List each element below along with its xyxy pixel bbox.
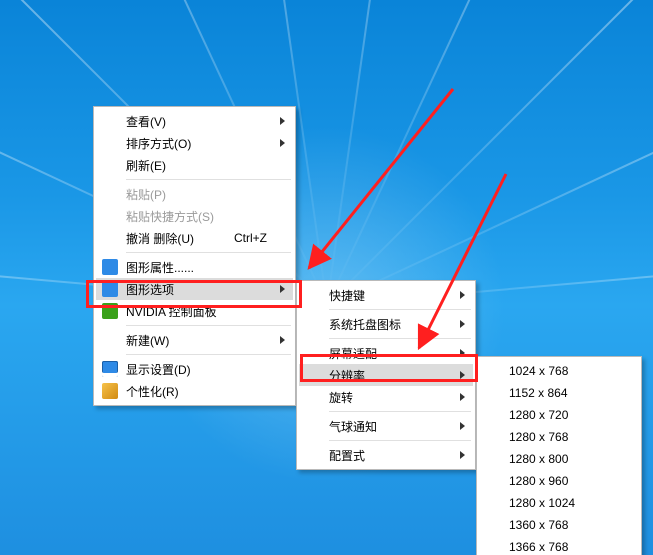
menu-label: 1280 x 800 [509, 452, 568, 466]
menu-label: 系统托盘图标 [329, 316, 401, 333]
menu-label: NVIDIA 控制面板 [126, 303, 217, 320]
menu-label: 1366 x 768 [509, 540, 568, 554]
resolution-option[interactable]: 1280 x 768 [479, 426, 639, 448]
menu-item-refresh[interactable]: 刷新(E) [96, 154, 293, 176]
resolution-option[interactable]: 1360 x 768 [479, 514, 639, 536]
resolution-option[interactable]: 1024 x 768 [479, 360, 639, 382]
menu-label: 屏幕适配 [329, 345, 377, 362]
submenu-arrow-icon [460, 320, 465, 328]
submenu-graphics-options: 快捷键 系统托盘图标 屏幕适配 分辨率 旋转 气球通知 配置式 [296, 280, 476, 470]
menu-separator [329, 338, 471, 339]
menu-label: 1024 x 768 [509, 364, 568, 378]
menu-item-profile[interactable]: 配置式 [299, 444, 473, 466]
menu-separator [329, 309, 471, 310]
resolution-option[interactable]: 1280 x 960 [479, 470, 639, 492]
menu-label: 快捷键 [329, 287, 365, 304]
menu-item-resolution[interactable]: 分辨率 [299, 364, 473, 386]
menu-item-view[interactable]: 查看(V) [96, 110, 293, 132]
resolution-option[interactable]: 1280 x 800 [479, 448, 639, 470]
menu-shortcut: Ctrl+Z [234, 231, 267, 245]
menu-label: 粘贴快捷方式(S) [126, 208, 214, 225]
personalize-icon [102, 383, 118, 399]
menu-label: 排序方式(O) [126, 135, 191, 152]
menu-item-screen-fit[interactable]: 屏幕适配 [299, 342, 473, 364]
menu-item-balloon-notify[interactable]: 气球通知 [299, 415, 473, 437]
intel-graphics-icon [102, 281, 118, 297]
menu-label: 图形选项 [126, 281, 174, 298]
resolution-option[interactable]: 1280 x 720 [479, 404, 639, 426]
menu-label: 撤消 删除(U) [126, 230, 194, 247]
menu-label: 刷新(E) [126, 157, 166, 174]
menu-label: 个性化(R) [126, 383, 179, 400]
menu-separator [329, 440, 471, 441]
menu-item-paste-shortcut: 粘贴快捷方式(S) [96, 205, 293, 227]
submenu-arrow-icon [280, 336, 285, 344]
submenu-arrow-icon [280, 117, 285, 125]
submenu-arrow-icon [460, 349, 465, 357]
menu-label: 1280 x 768 [509, 430, 568, 444]
menu-label: 气球通知 [329, 418, 377, 435]
menu-item-undo-delete[interactable]: 撤消 删除(U) Ctrl+Z [96, 227, 293, 249]
menu-item-nvidia-panel[interactable]: NVIDIA 控制面板 [96, 300, 293, 322]
resolution-option[interactable]: 1366 x 768 [479, 536, 639, 555]
menu-separator [126, 252, 291, 253]
menu-label: 显示设置(D) [126, 361, 191, 378]
desktop-background: 查看(V) 排序方式(O) 刷新(E) 粘贴(P) 粘贴快捷方式(S) 撤消 删… [0, 0, 653, 555]
submenu-arrow-icon [280, 285, 285, 293]
submenu-arrow-icon [460, 371, 465, 379]
menu-item-paste: 粘贴(P) [96, 183, 293, 205]
monitor-icon [102, 361, 118, 377]
submenu-arrow-icon [280, 139, 285, 147]
resolution-option[interactable]: 1152 x 864 [479, 382, 639, 404]
menu-label: 1280 x 720 [509, 408, 568, 422]
menu-label: 查看(V) [126, 113, 166, 130]
intel-graphics-icon [102, 259, 118, 275]
menu-label: 1280 x 960 [509, 474, 568, 488]
menu-label: 1152 x 864 [509, 386, 568, 400]
menu-item-personalize[interactable]: 个性化(R) [96, 380, 293, 402]
menu-item-rotation[interactable]: 旋转 [299, 386, 473, 408]
submenu-resolution: 1024 x 768 1152 x 864 1280 x 720 1280 x … [476, 356, 642, 555]
resolution-option[interactable]: 1280 x 1024 [479, 492, 639, 514]
menu-item-tray-icon[interactable]: 系统托盘图标 [299, 313, 473, 335]
menu-label: 粘贴(P) [126, 186, 166, 203]
menu-label: 分辨率 [329, 367, 365, 384]
menu-item-graphics-options[interactable]: 图形选项 [96, 278, 293, 300]
menu-label: 旋转 [329, 389, 353, 406]
menu-label: 1360 x 768 [509, 518, 568, 532]
menu-separator [329, 411, 471, 412]
context-menu-desktop: 查看(V) 排序方式(O) 刷新(E) 粘贴(P) 粘贴快捷方式(S) 撤消 删… [93, 106, 296, 406]
menu-item-display-settings[interactable]: 显示设置(D) [96, 358, 293, 380]
menu-label: 1280 x 1024 [509, 496, 575, 510]
nvidia-icon [102, 303, 118, 319]
menu-label: 配置式 [329, 447, 365, 464]
menu-item-hotkeys[interactable]: 快捷键 [299, 284, 473, 306]
menu-item-new[interactable]: 新建(W) [96, 329, 293, 351]
menu-separator [126, 354, 291, 355]
menu-item-graphics-properties[interactable]: 图形属性...... [96, 256, 293, 278]
menu-item-sort[interactable]: 排序方式(O) [96, 132, 293, 154]
submenu-arrow-icon [460, 291, 465, 299]
submenu-arrow-icon [460, 393, 465, 401]
menu-label: 图形属性...... [126, 259, 194, 276]
menu-label: 新建(W) [126, 332, 169, 349]
menu-separator [126, 179, 291, 180]
submenu-arrow-icon [460, 451, 465, 459]
submenu-arrow-icon [460, 422, 465, 430]
menu-separator [126, 325, 291, 326]
